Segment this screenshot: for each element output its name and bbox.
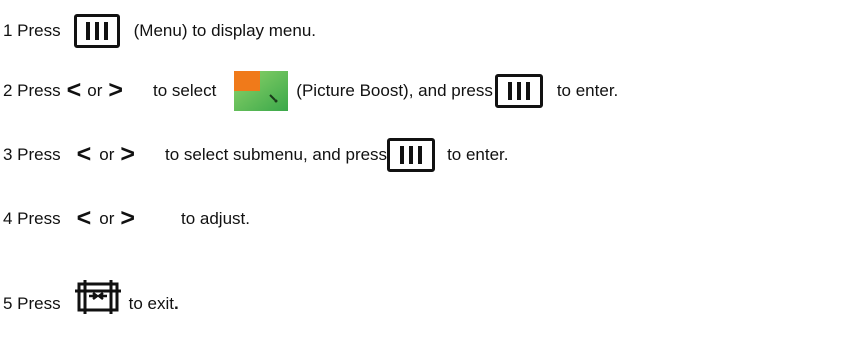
- exit-key-icon: [74, 274, 121, 318]
- step-2-end: to enter.: [556, 81, 619, 100]
- or-text: or: [99, 145, 115, 164]
- left-arrow-icon: <: [76, 203, 92, 232]
- left-arrow-icon: <: [76, 139, 92, 168]
- step-1: 1 Press (Menu) to display menu.: [3, 8, 316, 54]
- step-3: 3 Press < or > to select submenu, and pr…: [3, 132, 509, 178]
- menu-key-icon: [494, 74, 543, 108]
- menu-key-icon: [387, 138, 436, 172]
- left-arrow-icon: <: [66, 75, 82, 104]
- right-arrow-icon: >: [120, 139, 135, 168]
- step-2-pb-text: (Picture Boost), and press: [296, 81, 493, 100]
- step-4-end: to adjust.: [180, 209, 250, 228]
- step-2-prefix: 2 Press: [3, 81, 61, 100]
- step-5-period: .: [174, 294, 179, 313]
- step-4-prefix: 4 Press: [3, 209, 61, 228]
- step-3-select-text: to select submenu, and press: [164, 145, 388, 164]
- or-text: or: [99, 209, 115, 228]
- step-2-select-text: to select: [152, 81, 217, 100]
- right-arrow-icon: >: [120, 203, 135, 232]
- step-4: 4 Press < or > to adjust.: [3, 196, 250, 242]
- step-1-text: (Menu) to display menu.: [133, 21, 317, 40]
- step-3-end: to enter.: [447, 145, 509, 164]
- step-1-prefix: 1 Press: [3, 21, 61, 40]
- menu-key-icon: [73, 14, 120, 48]
- step-5: 5 Press to exit .: [3, 262, 179, 324]
- step-5-end: to exit: [128, 294, 174, 313]
- or-text: or: [87, 81, 103, 100]
- step-3-prefix: 3 Press: [3, 145, 61, 164]
- step-5-prefix: 5 Press: [3, 294, 61, 313]
- picture-boost-icon: [234, 69, 289, 113]
- step-2: 2 Press < or > to select (Picture Boost)…: [3, 68, 618, 114]
- right-arrow-icon: >: [108, 75, 123, 104]
